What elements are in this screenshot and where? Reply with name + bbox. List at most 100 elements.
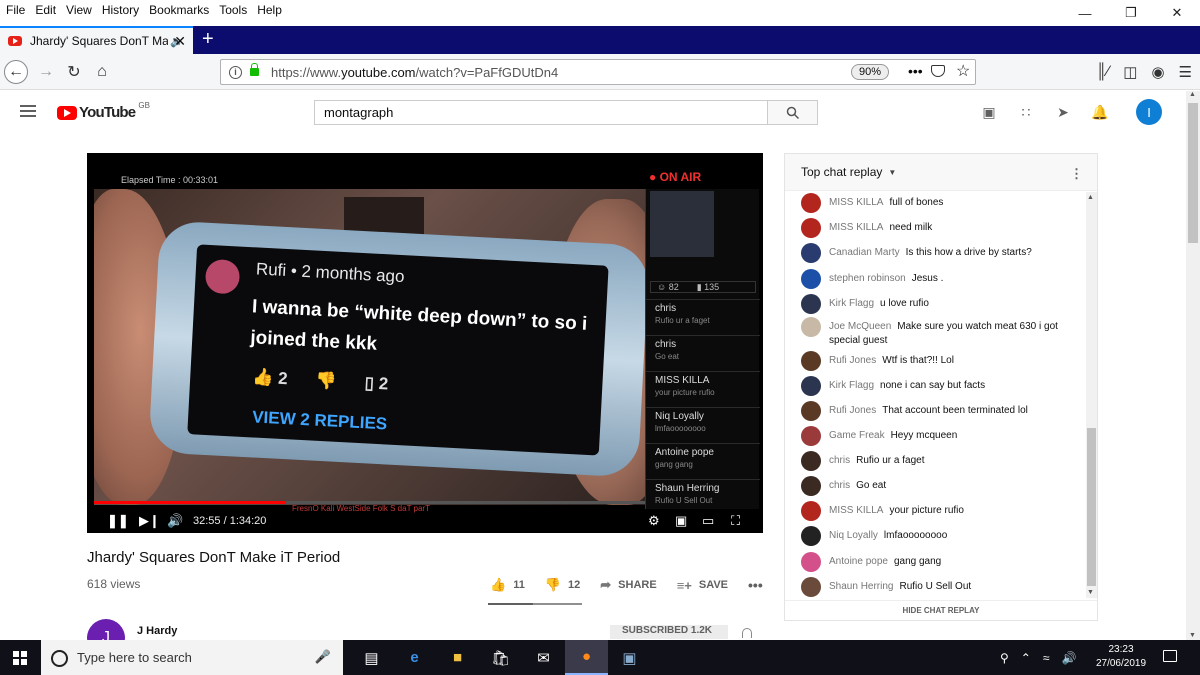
pocket-icon[interactable]	[931, 65, 945, 77]
chat-author-avatar[interactable]	[801, 294, 821, 314]
chat-author-avatar[interactable]	[801, 401, 821, 421]
edge-browser-icon[interactable]: e	[393, 640, 436, 675]
bookmark-star-icon[interactable]: ☆	[956, 61, 970, 81]
taskbar-search[interactable]: Type here to search 🎤	[41, 640, 343, 675]
menu-help[interactable]: Help	[252, 3, 287, 17]
restore-icon[interactable]: ❐	[1108, 0, 1154, 26]
scroll-up-icon[interactable]: ▲	[1087, 194, 1094, 201]
pause-icon[interactable]: ❚❚	[107, 513, 129, 529]
file-explorer-icon[interactable]: ■	[436, 640, 479, 675]
notifications-bell-icon[interactable]: 🔔	[1091, 104, 1108, 120]
chat-mode-dropdown[interactable]: Top chat replay	[801, 165, 882, 179]
new-tab-icon[interactable]: +	[202, 28, 214, 51]
chat-author-name[interactable]: MISS KILLA	[829, 505, 883, 516]
chat-author-name[interactable]: Niq Loyally	[829, 530, 878, 541]
like-button[interactable]: 👍 11	[490, 577, 525, 593]
channel-name[interactable]: J Hardy	[137, 625, 177, 637]
url-text[interactable]: https://www.youtube.com/watch?v=PaFfGDUt…	[271, 65, 558, 80]
page-scroll-down-icon[interactable]: ▼	[1189, 632, 1196, 639]
menu-file[interactable]: File	[0, 3, 30, 17]
chat-message-list[interactable]: MISS KILLA full of bones MISS KILLA need mi…	[785, 192, 1085, 598]
info-icon[interactable]: i	[229, 65, 242, 79]
chat-author-name[interactable]: Rufi Jones	[829, 355, 876, 366]
browser-tab[interactable]: Jhardy' Squares DonT Make iT Period 🔈 ✕	[0, 26, 193, 54]
chat-author-avatar[interactable]	[801, 376, 821, 396]
search-button[interactable]	[767, 100, 818, 125]
task-view-icon[interactable]: ▤	[350, 640, 393, 675]
chat-author-avatar[interactable]	[801, 193, 821, 213]
chat-author-name[interactable]: Shaun Herring	[829, 581, 893, 592]
page-scroll-thumb[interactable]	[1188, 103, 1198, 243]
chat-author-avatar[interactable]	[801, 476, 821, 496]
fullscreen-icon[interactable]: ⛶	[731, 513, 740, 529]
chat-author-name[interactable]: MISS KILLA	[829, 222, 883, 233]
windows-start-icon[interactable]	[13, 651, 27, 665]
dropdown-caret-icon[interactable]: ▼	[888, 168, 896, 177]
share-button[interactable]: ➦ SHARE	[600, 577, 656, 593]
chat-author-avatar[interactable]	[801, 552, 821, 572]
sidebar-icon[interactable]: ◫	[1123, 63, 1137, 81]
progress-bar[interactable]	[94, 501, 645, 504]
chat-author-avatar[interactable]	[801, 269, 821, 289]
menu-edit[interactable]: Edit	[30, 3, 61, 17]
hamburger-menu-icon[interactable]: ☰	[1179, 63, 1192, 81]
messages-icon[interactable]: ➤	[1055, 104, 1071, 120]
page-scroll-up-icon[interactable]: ▲	[1189, 91, 1196, 98]
chat-author-avatar[interactable]	[801, 426, 821, 446]
url-bar[interactable]: i https://www.youtube.com/watch?v=PaFfGD…	[220, 59, 976, 85]
chat-author-name[interactable]: Game Freak	[829, 430, 885, 441]
minimize-icon[interactable]: —	[1062, 0, 1108, 26]
create-video-icon[interactable]: ▣	[981, 104, 997, 120]
chat-author-name[interactable]: chris	[829, 455, 850, 466]
menu-tools[interactable]: Tools	[214, 3, 252, 17]
chat-author-name[interactable]: Joe McQueen	[829, 321, 891, 332]
chat-author-avatar[interactable]	[801, 351, 821, 371]
action-center-icon[interactable]	[1163, 650, 1177, 662]
video-player[interactable]: Elapsed Time : 00:33:01 ● ON AIR Rufi • …	[87, 153, 763, 533]
chat-author-name[interactable]: Kirk Flagg	[829, 298, 874, 309]
chat-author-avatar[interactable]	[801, 218, 821, 238]
chat-author-avatar[interactable]	[801, 317, 821, 337]
chat-author-avatar[interactable]	[801, 501, 821, 521]
save-button[interactable]: ≡+ SAVE	[677, 578, 728, 593]
speaker-volume-icon[interactable]: 🔊	[1061, 651, 1076, 665]
back-icon[interactable]: ←	[4, 60, 28, 84]
menu-history[interactable]: History	[97, 3, 144, 17]
chat-author-name[interactable]: MISS KILLA	[829, 197, 883, 208]
library-icon[interactable]: ║∕	[1096, 63, 1109, 81]
zoom-indicator[interactable]: 90%	[851, 64, 890, 80]
more-actions-icon[interactable]: •••	[748, 577, 763, 593]
people-icon[interactable]: ⚲	[1000, 651, 1009, 665]
user-avatar[interactable]: I	[1136, 99, 1162, 125]
home-icon[interactable]: ⌂	[90, 60, 114, 84]
mail-icon[interactable]: ✉	[522, 640, 565, 675]
chat-author-name[interactable]: Kirk Flagg	[829, 380, 874, 391]
dislike-button[interactable]: 👎 12	[545, 577, 580, 593]
firefox-icon[interactable]: ●	[565, 640, 608, 675]
chat-author-avatar[interactable]	[801, 451, 821, 471]
theater-mode-icon[interactable]: ▭	[702, 513, 714, 529]
menu-bookmarks[interactable]: Bookmarks	[144, 3, 214, 17]
forward-icon[interactable]: →	[34, 60, 58, 84]
volume-icon[interactable]: 🔊	[167, 513, 183, 529]
chat-scrollbar[interactable]: ▲ ▼	[1086, 192, 1097, 598]
youtube-logo[interactable]: YouTube GB	[57, 101, 150, 121]
search-input[interactable]: montagraph	[314, 100, 768, 125]
next-icon[interactable]: ▶❙	[139, 513, 160, 529]
subscribed-button[interactable]: SUBSCRIBED 1.2K	[610, 625, 728, 639]
subscription-bell-icon[interactable]	[742, 628, 752, 638]
chat-author-name[interactable]: stephen robinson	[829, 273, 906, 284]
tray-chevron-icon[interactable]: ⌃	[1021, 651, 1031, 665]
taskbar-clock[interactable]: 23:23 27/06/2019	[1094, 643, 1148, 671]
page-scrollbar[interactable]: ▲ ▼	[1186, 91, 1200, 640]
chat-author-avatar[interactable]	[801, 243, 821, 263]
scroll-down-icon[interactable]: ▼	[1087, 589, 1094, 596]
image-viewer-icon[interactable]: ▣	[608, 640, 651, 675]
guide-menu-icon[interactable]	[20, 105, 36, 117]
page-actions-icon[interactable]: •••	[908, 63, 923, 79]
close-icon[interactable]: ✕	[1154, 0, 1200, 26]
chat-author-name[interactable]: Antoine pope	[829, 556, 888, 567]
hide-chat-replay-button[interactable]: HIDE CHAT REPLAY	[785, 600, 1097, 620]
miniplayer-icon[interactable]: ▣	[675, 513, 687, 529]
tab-close-icon[interactable]: ✕	[174, 33, 186, 50]
